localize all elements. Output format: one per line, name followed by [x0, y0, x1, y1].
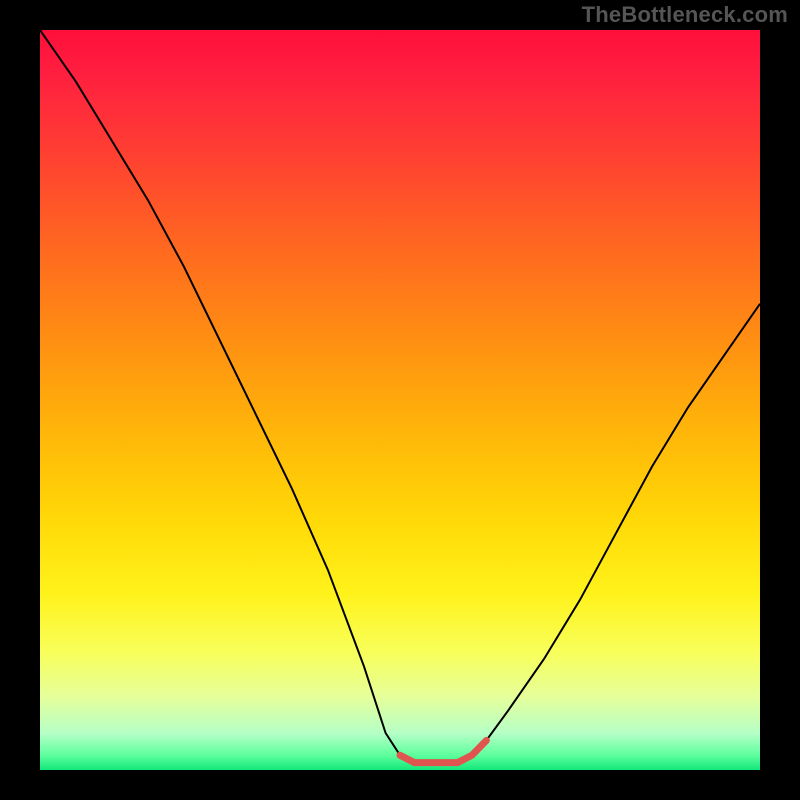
bottleneck-curve: [40, 30, 760, 763]
optimal-range-highlight: [400, 740, 486, 762]
plot-area: [40, 30, 760, 770]
curve-layer: [40, 30, 760, 770]
watermark-text: TheBottleneck.com: [582, 2, 788, 28]
chart-frame: TheBottleneck.com: [0, 0, 800, 800]
